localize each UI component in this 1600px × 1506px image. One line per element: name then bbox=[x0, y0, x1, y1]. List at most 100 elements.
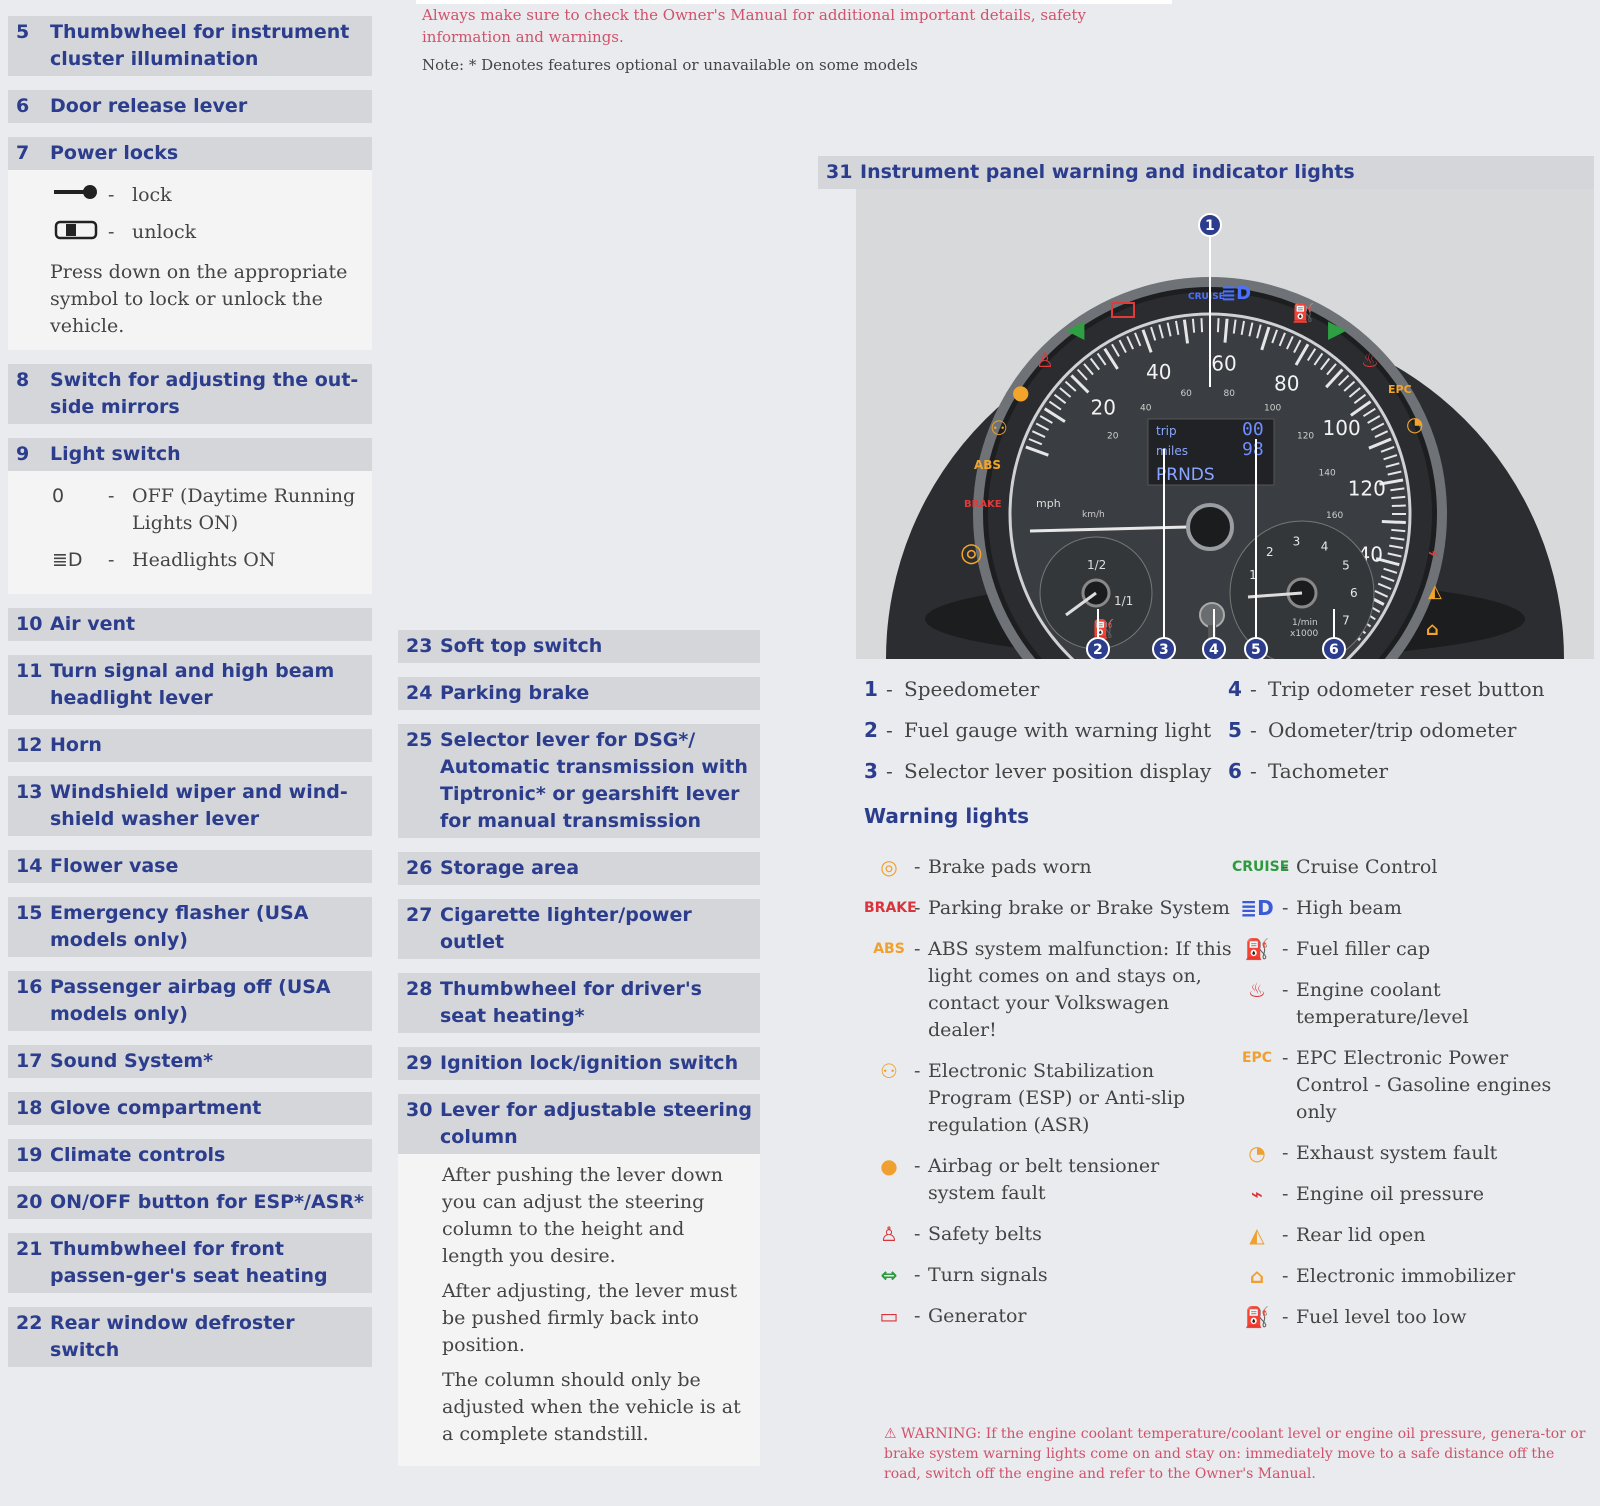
dash: - bbox=[914, 1155, 921, 1177]
immobilizer-icon: ⌂ bbox=[1249, 1264, 1265, 1288]
dash: - bbox=[108, 549, 115, 571]
item-header-9: 9 Light switch bbox=[8, 438, 372, 471]
dash: - bbox=[886, 718, 893, 742]
speed-tick bbox=[1391, 504, 1406, 508]
item-header-17: 17 Sound System* bbox=[8, 1045, 372, 1078]
airbag-icon: ● bbox=[880, 1154, 898, 1178]
steering-column-details: After pushing the lever down you can adj… bbox=[398, 1154, 760, 1466]
coolant-icon: ♨ bbox=[1248, 978, 1266, 1002]
kmh-label: 20 bbox=[1107, 431, 1119, 441]
generator-icon: ▭ bbox=[879, 1304, 899, 1328]
item-header-8: 8 Switch for adjusting the out-side mirro… bbox=[8, 364, 372, 424]
legend-number: 4 bbox=[1228, 677, 1242, 701]
item-number: 7 bbox=[16, 142, 30, 164]
item-header-30: 30 Lever for adjustable steering column bbox=[398, 1094, 760, 1154]
item-header-18: 18 Glove compartment bbox=[8, 1092, 372, 1125]
kmh-label: 100 bbox=[1264, 404, 1281, 414]
warning-light-item: ⌂ - Electronic immobilizer bbox=[1232, 1263, 1584, 1290]
item-header-13: 13 Windshield wiper and wind-shield washe… bbox=[8, 776, 372, 836]
warning-light-item: ⛽ - Fuel filler cap bbox=[1232, 936, 1584, 963]
warning-light-text: Brake pads worn bbox=[928, 856, 1092, 878]
item-number: 21 bbox=[16, 1238, 43, 1260]
warning-light-item: EPC - EPC Electronic Power Control - Gasol… bbox=[1232, 1045, 1584, 1126]
item-header-25: 25 Selector lever for DSG*/ Automatic tra… bbox=[398, 724, 760, 838]
rear-lid-icon: ◭ bbox=[1249, 1223, 1265, 1247]
warning-light-item: BRAKE - Parking brake or Brake System bbox=[864, 895, 1232, 922]
power-locks-text: Press down on the appropriate symbol to … bbox=[50, 261, 348, 337]
mph-label: mph bbox=[1036, 497, 1061, 510]
speed-label: 20 bbox=[1091, 396, 1116, 420]
dash: - bbox=[1282, 856, 1289, 878]
fuel-low-icon: ⛽ bbox=[1244, 1305, 1270, 1329]
lock-label: lock bbox=[132, 184, 172, 206]
airbag-icon: ● bbox=[1012, 380, 1029, 404]
turn-signal-icon: ⇔ bbox=[880, 1263, 898, 1287]
item-number: 5 bbox=[16, 21, 30, 43]
callout-1: 1 bbox=[1198, 213, 1222, 237]
legend-item-6: 6- Tachometer bbox=[1228, 757, 1578, 785]
item-title: Passenger airbag off (USA models only) bbox=[50, 976, 331, 1025]
legend-text: Tachometer bbox=[1268, 759, 1389, 783]
item-header-6: 6 Door release lever bbox=[8, 90, 372, 123]
high-beam-icon: ≣D bbox=[1240, 896, 1274, 920]
tach-label: 7 bbox=[1342, 614, 1350, 628]
callout-number: 5 bbox=[1251, 642, 1261, 658]
legend-text: Odometer/trip odometer bbox=[1268, 718, 1517, 742]
kmh-label: 120 bbox=[1297, 431, 1314, 441]
speed-label: 100 bbox=[1323, 416, 1361, 440]
speed-label: 80 bbox=[1274, 371, 1299, 395]
dash: - bbox=[1282, 1142, 1289, 1164]
dash: - bbox=[1282, 979, 1289, 1001]
dash: - bbox=[914, 1223, 921, 1245]
callout-6: 6 bbox=[1322, 637, 1346, 659]
warning-light-item: ⚇ - Electronic Stabilization Program (ESP)… bbox=[864, 1058, 1232, 1139]
legend-item-3: 3- Selector lever position display bbox=[864, 757, 1228, 785]
tach-unit-1: 1/min bbox=[1292, 618, 1318, 628]
item-title: Horn bbox=[50, 734, 102, 756]
tach-unit-2: x1000 bbox=[1290, 629, 1319, 639]
legend-text: Trip odometer reset button bbox=[1268, 677, 1545, 701]
power-locks-details: - lock - unlock Press down on the appropriat… bbox=[8, 170, 372, 350]
kmh-label: 40 bbox=[1140, 404, 1152, 414]
warning-light-text: Rear lid open bbox=[1296, 1224, 1426, 1246]
item-title: Flower vase bbox=[50, 855, 179, 877]
warning-light-item: ⛽ - Fuel level too low bbox=[1232, 1304, 1584, 1331]
cruise-icon: CRUISE bbox=[1232, 859, 1290, 875]
warning-light-item: ≣D - High beam bbox=[1232, 895, 1584, 922]
seatbelt-icon: ♙ bbox=[1036, 348, 1054, 372]
abs-icon: ABS bbox=[873, 941, 905, 957]
item-header-29: 29 Ignition lock/ignition switch bbox=[398, 1047, 760, 1080]
dash: - bbox=[108, 221, 115, 243]
dash: - bbox=[914, 897, 921, 919]
warning-light-text: EPC Electronic Power Control - Gasoline … bbox=[1296, 1047, 1552, 1123]
item-number: 25 bbox=[406, 729, 433, 751]
item-header-21: 21 Thumbwheel for front passen-ger's seat… bbox=[8, 1233, 372, 1293]
item-number: 18 bbox=[16, 1097, 43, 1119]
seatbelt-icon: ♙ bbox=[880, 1222, 898, 1246]
dash: - bbox=[1250, 718, 1257, 742]
warning-light-item: ● - Airbag or belt tensioner system fault bbox=[864, 1153, 1232, 1207]
item-header-11: 11 Turn signal and high beam headlight le… bbox=[8, 655, 372, 715]
dash: - bbox=[1250, 759, 1257, 783]
legend-number: 1 bbox=[864, 677, 878, 701]
dash: - bbox=[914, 1305, 921, 1327]
cluster-legend: 1- Speedometer 2- Fuel gauge with warning l… bbox=[864, 675, 1584, 798]
legend-text: Selector lever position display bbox=[904, 759, 1212, 783]
kmh-label: km/h bbox=[1082, 510, 1105, 520]
warning-light-text: ABS system malfunction: If this light co… bbox=[928, 938, 1232, 1041]
warning-light-text: Airbag or belt tensioner system fault bbox=[928, 1155, 1160, 1204]
optional-features-note: Note: * Denotes features optional or una… bbox=[422, 56, 918, 74]
warning-light-item: ♙ - Safety belts bbox=[864, 1221, 1232, 1248]
dash: - bbox=[1282, 1306, 1289, 1328]
callout-5: 5 bbox=[1244, 637, 1268, 659]
callout-2: 2 bbox=[1086, 637, 1110, 659]
item-header-24: 24 Parking brake bbox=[398, 677, 760, 710]
bottom-warning: ⚠ WARNING: If the engine coolant tempera… bbox=[884, 1426, 1586, 1482]
light-switch-details: 0- OFF (Daytime Running Lights ON) ≣D - Head… bbox=[8, 471, 372, 594]
callout-number: 4 bbox=[1209, 642, 1219, 658]
item-title: Thumbwheel for instrument cluster illumi… bbox=[50, 21, 350, 70]
dash: - bbox=[1282, 1183, 1289, 1205]
item-number: 19 bbox=[16, 1144, 43, 1166]
item-number: 16 bbox=[16, 976, 43, 998]
item-title: Air vent bbox=[50, 613, 136, 635]
